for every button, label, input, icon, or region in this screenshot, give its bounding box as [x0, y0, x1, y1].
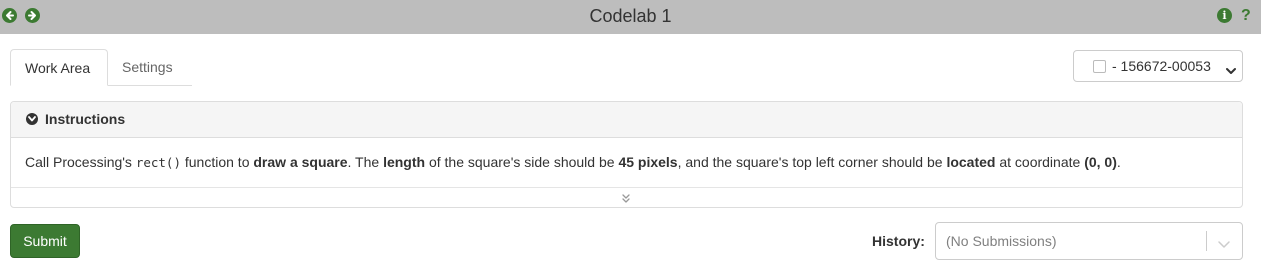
- instructions-text: Call Processing's rect() function to dra…: [25, 154, 1121, 170]
- submit-button[interactable]: Submit: [10, 224, 80, 258]
- chevron-down-icon: [1217, 236, 1231, 254]
- tab-settings[interactable]: Settings: [108, 49, 192, 86]
- chevron-circle-down-icon[interactable]: [26, 113, 38, 125]
- back-arrow-icon[interactable]: [2, 8, 17, 23]
- double-chevron-down-icon[interactable]: [621, 191, 631, 209]
- history-select[interactable]: (No Submissions): [935, 222, 1243, 260]
- divider: [11, 187, 1242, 188]
- instructions-title: Instructions: [45, 111, 126, 127]
- instructions-heading[interactable]: Instructions: [11, 102, 1242, 138]
- divider: [1206, 231, 1207, 251]
- history-select-value: (No Submissions): [946, 233, 1057, 249]
- forward-arrow-icon[interactable]: [25, 8, 40, 23]
- instructions-panel: Instructions Call Processing's rect() fu…: [10, 101, 1243, 208]
- code-snippet: rect(): [135, 155, 181, 170]
- history-label: History:: [872, 233, 925, 249]
- tab-work-area[interactable]: Work Area: [10, 49, 108, 86]
- problem-select[interactable]: - 156672-00053: [1073, 50, 1243, 82]
- title-bar: Codelab 1 i ?: [0, 0, 1261, 34]
- problem-select-value: - 156672-00053: [1112, 58, 1211, 74]
- app-title: Codelab 1: [589, 6, 672, 26]
- question-icon[interactable]: ?: [1241, 6, 1251, 26]
- problem-checkbox[interactable]: [1093, 60, 1106, 73]
- info-icon[interactable]: i: [1217, 8, 1232, 23]
- chevron-down-icon: [1226, 62, 1236, 78]
